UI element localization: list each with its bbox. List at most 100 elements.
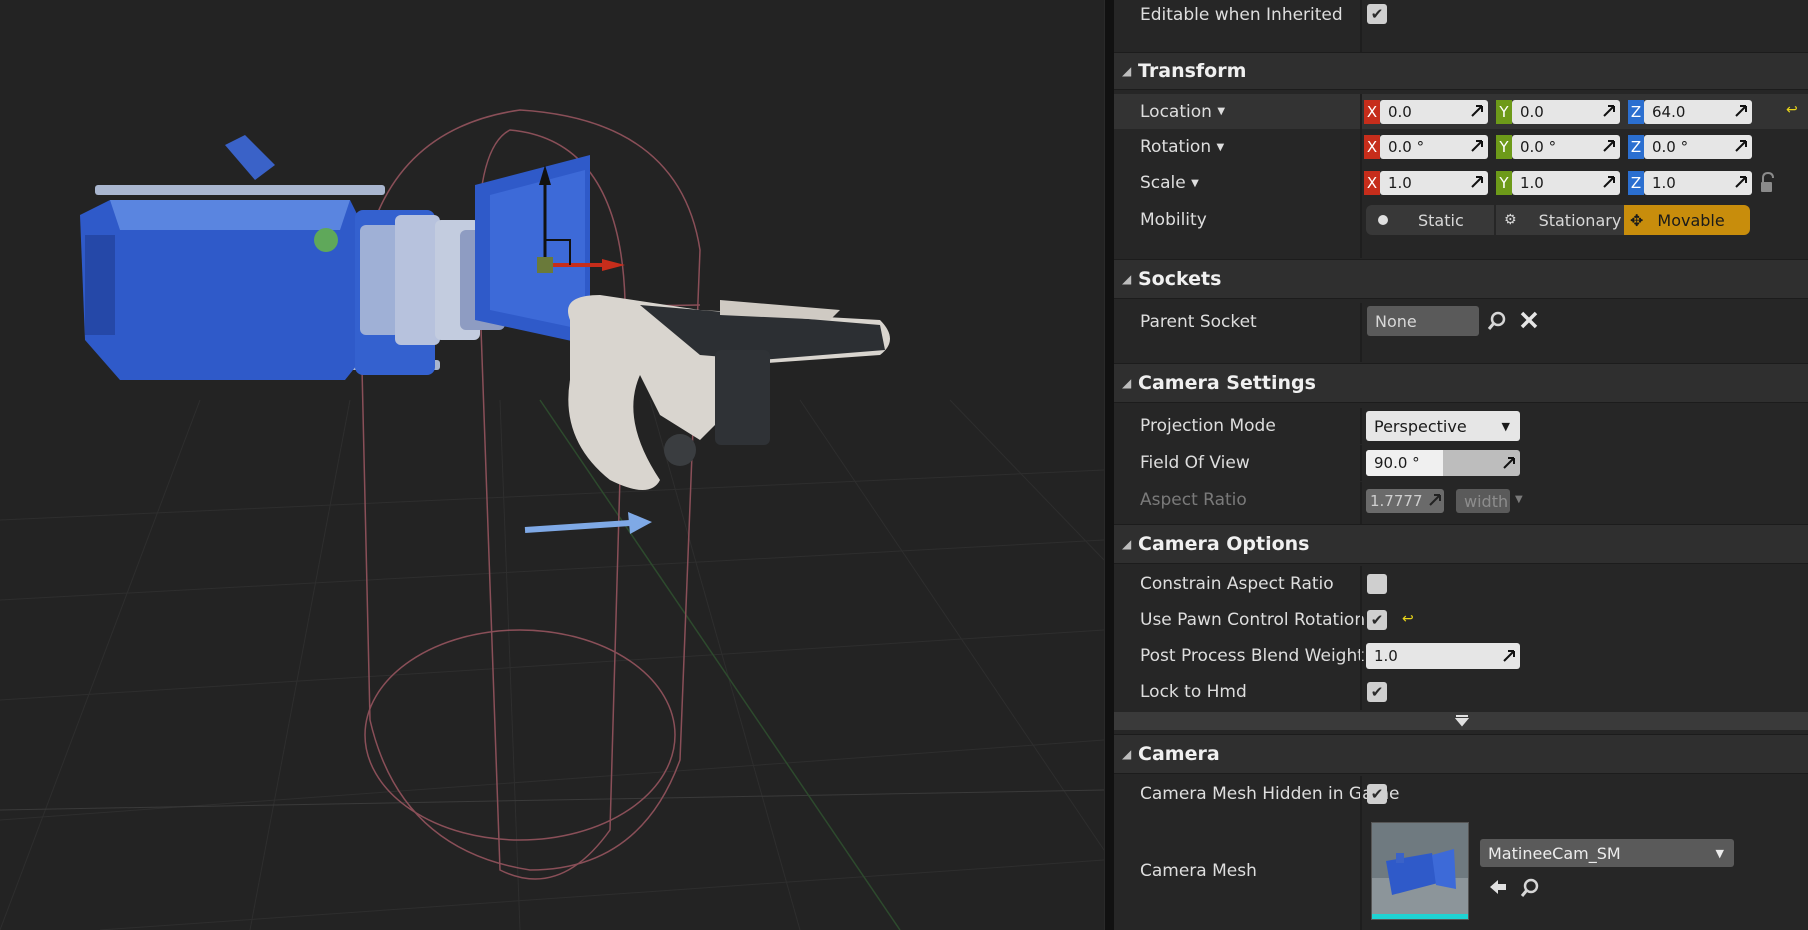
row-lock-to-hmd: Lock to Hmd ✔ bbox=[1114, 674, 1808, 710]
scale-z-axis: Z bbox=[1628, 171, 1644, 195]
editable-when-inherited-checkbox[interactable]: ✔ bbox=[1367, 4, 1387, 24]
reset-to-default-icon[interactable]: ↩ bbox=[1402, 611, 1414, 627]
field-of-view-slider[interactable]: 90.0 ° bbox=[1366, 450, 1520, 476]
field-of-view-label: Field Of View bbox=[1140, 453, 1250, 473]
row-use-pawn-control-rotation: Use Pawn Control Rotation ✔ ↩ bbox=[1114, 602, 1808, 638]
scale-x-axis: X bbox=[1364, 171, 1380, 195]
rotation-x-field[interactable]: 0.0 ° bbox=[1380, 135, 1488, 159]
location-label[interactable]: Location ▼ bbox=[1140, 94, 1225, 129]
move-icon: ✥ bbox=[1630, 210, 1644, 230]
checkmark-icon: ✔ bbox=[1370, 5, 1384, 23]
row-camera-mesh: Camera Mesh MatineeCam_SM ▼ bbox=[1114, 812, 1808, 930]
scale-y-axis: Y bbox=[1496, 171, 1512, 195]
row-field-of-view: Field Of View 90.0 ° bbox=[1114, 445, 1808, 481]
aspect-ratio-axis-dropdown[interactable]: width bbox=[1456, 489, 1510, 513]
chevron-down-icon: ▼ bbox=[1216, 141, 1225, 153]
row-rotation: Rotation ▼ X 0.0 ° Y 0.0 ° Z 0.0 ° bbox=[1114, 129, 1808, 165]
level-viewport[interactable] bbox=[0, 0, 1104, 930]
clear-icon[interactable] bbox=[1520, 311, 1538, 329]
location-z-field[interactable]: 64.0 bbox=[1644, 100, 1752, 124]
row-scale: Scale ▼ X 1.0 Y 1.0 Z 1.0 bbox=[1114, 165, 1808, 201]
category-title-camera-settings: Camera Settings bbox=[1138, 372, 1316, 394]
projection-mode-dropdown[interactable]: Perspective ▼ bbox=[1366, 411, 1520, 441]
constrain-aspect-ratio-checkbox[interactable] bbox=[1367, 574, 1387, 594]
reset-to-default-icon[interactable]: ↩ bbox=[1786, 102, 1798, 118]
row-editable-when-inherited: Editable when Inherited ✔ bbox=[1114, 0, 1808, 30]
location-x-field[interactable]: 0.0 bbox=[1380, 100, 1488, 124]
mobility-static-button[interactable]: Static bbox=[1366, 205, 1494, 235]
collapse-arrow-icon: ◢ bbox=[1122, 747, 1132, 761]
category-camera-settings[interactable]: ◢ Camera Settings bbox=[1114, 363, 1808, 403]
rotation-label[interactable]: Rotation ▼ bbox=[1140, 129, 1224, 165]
floor-grid bbox=[0, 399, 1104, 930]
checkmark-icon: ✔ bbox=[1370, 611, 1384, 629]
row-parent-socket: Parent Socket None bbox=[1114, 303, 1808, 340]
constrain-aspect-ratio-label: Constrain Aspect Ratio bbox=[1140, 574, 1334, 594]
category-title-camera-options: Camera Options bbox=[1138, 533, 1310, 555]
category-sockets[interactable]: ◢ Sockets bbox=[1114, 259, 1808, 299]
parent-socket-field[interactable]: None bbox=[1367, 306, 1479, 336]
aspect-ratio-field[interactable]: 1.7777 bbox=[1366, 489, 1444, 513]
category-camera-options[interactable]: ◢ Camera Options bbox=[1114, 524, 1808, 564]
chevron-down-icon: ▼ bbox=[1515, 494, 1523, 505]
search-icon[interactable] bbox=[1487, 311, 1507, 331]
projection-mode-label: Projection Mode bbox=[1140, 416, 1276, 436]
collapse-arrow-icon: ◢ bbox=[1122, 272, 1132, 286]
camera-mesh-dropdown[interactable]: MatineeCam_SM ▼ bbox=[1480, 839, 1734, 867]
camera-mesh-3d[interactable] bbox=[80, 135, 590, 380]
checkmark-icon: ✔ bbox=[1370, 785, 1384, 803]
search-icon[interactable] bbox=[1520, 878, 1540, 898]
scale-y-field[interactable]: 1.0 bbox=[1512, 171, 1620, 195]
use-pawn-control-rotation-label: Use Pawn Control Rotation bbox=[1140, 610, 1366, 630]
collapse-arrow-icon: ◢ bbox=[1122, 537, 1132, 551]
rotation-z-field[interactable]: 0.0 ° bbox=[1644, 135, 1752, 159]
forward-arrow bbox=[524, 512, 652, 534]
weapon-mesh-3d[interactable] bbox=[568, 295, 890, 490]
post-process-blend-weight-label: Post Process Blend Weight bbox=[1140, 646, 1364, 666]
scale-label[interactable]: Scale ▼ bbox=[1140, 165, 1199, 201]
rotation-y-field[interactable]: 0.0 ° bbox=[1512, 135, 1620, 159]
checkmark-icon: ✔ bbox=[1370, 683, 1384, 701]
location-y-axis: Y bbox=[1496, 100, 1512, 124]
mobility-movable-button[interactable]: ✥ Movable bbox=[1624, 205, 1750, 235]
scale-z-field[interactable]: 1.0 bbox=[1644, 171, 1752, 195]
category-transform[interactable]: ◢ Transform bbox=[1114, 52, 1808, 90]
row-aspect-ratio: Aspect Ratio 1.7777 width ▼ bbox=[1114, 482, 1808, 518]
details-panel: Editable when Inherited ✔ ◢ Transform Lo… bbox=[1114, 0, 1808, 930]
rotation-x-axis: X bbox=[1364, 135, 1380, 159]
row-camera-mesh-hidden: Camera Mesh Hidden in Game ✔ bbox=[1114, 776, 1808, 812]
camera-mesh-hidden-checkbox[interactable]: ✔ bbox=[1367, 784, 1387, 804]
use-pawn-control-rotation-checkbox[interactable]: ✔ bbox=[1367, 610, 1387, 630]
collapse-arrow-icon: ◢ bbox=[1122, 64, 1132, 78]
lock-to-hmd-checkbox[interactable]: ✔ bbox=[1367, 682, 1387, 702]
mobility-stationary-button[interactable]: ⚙ Stationary bbox=[1496, 205, 1624, 235]
chevron-down-icon: ▼ bbox=[1191, 177, 1199, 189]
mobility-label: Mobility bbox=[1140, 210, 1207, 230]
collapse-arrow-icon: ◢ bbox=[1122, 376, 1132, 390]
row-constrain-aspect-ratio: Constrain Aspect Ratio bbox=[1114, 566, 1808, 602]
camera-mesh-label: Camera Mesh bbox=[1140, 861, 1257, 881]
row-post-process-blend-weight: Post Process Blend Weight 1.0 bbox=[1114, 638, 1808, 674]
category-title-camera: Camera bbox=[1138, 743, 1220, 765]
post-process-blend-weight-field[interactable]: 1.0 bbox=[1366, 643, 1520, 669]
chevron-down-icon: ▼ bbox=[1715, 846, 1724, 860]
chevron-down-icon: ▼ bbox=[1501, 419, 1510, 433]
row-mobility: Mobility Static ⚙ Stationary ✥ Movable bbox=[1114, 201, 1808, 239]
category-title-transform: Transform bbox=[1138, 60, 1247, 82]
editable-when-inherited-label: Editable when Inherited bbox=[1140, 5, 1343, 25]
location-y-field[interactable]: 0.0 bbox=[1512, 100, 1620, 124]
aspect-ratio-label: Aspect Ratio bbox=[1140, 490, 1247, 510]
advanced-expander[interactable] bbox=[1114, 712, 1808, 730]
lock-to-hmd-label: Lock to Hmd bbox=[1140, 682, 1247, 702]
expand-more-icon bbox=[1455, 715, 1469, 727]
lock-icon[interactable] bbox=[1758, 172, 1778, 194]
location-z-axis: Z bbox=[1628, 100, 1644, 124]
scale-x-field[interactable]: 1.0 bbox=[1380, 171, 1488, 195]
location-x-axis: X bbox=[1364, 100, 1380, 124]
category-title-sockets: Sockets bbox=[1138, 268, 1222, 290]
arrow-left-icon[interactable] bbox=[1488, 877, 1508, 897]
category-camera[interactable]: ◢ Camera bbox=[1114, 734, 1808, 774]
rotation-z-axis: Z bbox=[1628, 135, 1644, 159]
camera-mesh-thumbnail[interactable] bbox=[1371, 822, 1469, 920]
row-projection-mode: Projection Mode Perspective ▼ bbox=[1114, 408, 1808, 444]
